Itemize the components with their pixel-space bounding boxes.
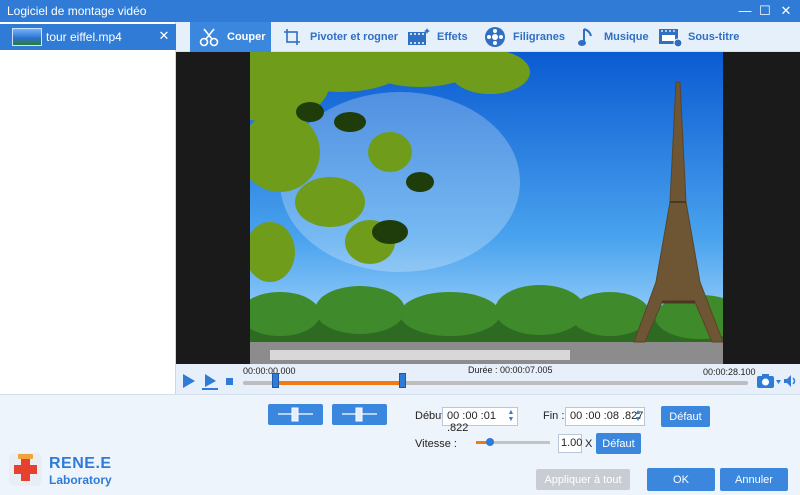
set-start-button[interactable]	[268, 404, 323, 425]
brand-subtitle: Laboratory	[49, 473, 112, 487]
minimize-button[interactable]: —	[736, 2, 754, 20]
title-bar: Logiciel de montage vidéo — ☐ ✕	[0, 0, 800, 22]
file-name: tour eiffel.mp4	[46, 30, 122, 44]
close-button[interactable]: ✕	[777, 2, 795, 20]
speed-slider-knob[interactable]	[486, 438, 494, 446]
file-item[interactable]: tour eiffel.mp4 ✕	[0, 24, 176, 50]
tab-couper[interactable]: Couper	[190, 22, 271, 52]
speed-slider[interactable]	[476, 438, 550, 446]
tab-label: Musique	[604, 31, 649, 43]
video-frame	[250, 52, 723, 364]
tab-sous-titre[interactable]: Sous-titre	[658, 22, 758, 52]
tab-filigranes[interactable]: Filigranes	[483, 22, 573, 52]
video-thumbnail	[12, 28, 42, 46]
tab-label: Filigranes	[513, 31, 565, 43]
stop-icon[interactable]	[226, 378, 233, 385]
start-time-input[interactable]: 00 :00 :01 .822 ▲ ▼	[442, 407, 518, 434]
tab-pivoter-rogner[interactable]: Pivoter et rogner	[280, 22, 400, 52]
tab-label: Sous-titre	[688, 31, 740, 43]
cut-icon	[197, 26, 221, 48]
tab-label: Pivoter et rogner	[310, 31, 399, 43]
subtitle-icon	[658, 26, 682, 48]
selection-duration: Durée : 00:00:07.005	[468, 365, 553, 375]
end-label: Fin :	[543, 410, 565, 422]
ok-button[interactable]: OK	[647, 468, 715, 491]
play-icon[interactable]	[182, 373, 196, 389]
cancel-button[interactable]: Annuler	[720, 468, 788, 491]
apply-all-button[interactable]: Appliquer à tout	[536, 469, 630, 490]
spinner-arrows-icon[interactable]: ▲ ▼	[634, 409, 642, 424]
maximize-button[interactable]: ☐	[756, 2, 774, 20]
set-end-button[interactable]	[332, 404, 387, 425]
tool-tabs: Couper Pivoter et rogner Effets Filigran…	[176, 22, 800, 52]
snapshot-icon[interactable]	[756, 372, 782, 390]
file-list: tour eiffel.mp4 ✕	[0, 22, 176, 394]
tab-label: Couper	[227, 31, 266, 43]
timeline-start-time: 00:00:00.000	[243, 366, 296, 376]
brand-logo: RENE.E Laboratory	[9, 453, 149, 489]
video-preview	[176, 52, 800, 364]
play-selection-icon[interactable]	[201, 373, 219, 390]
effects-icon	[407, 26, 431, 48]
start-handle[interactable]	[272, 373, 279, 388]
rotate-crop-icon	[280, 26, 304, 48]
tab-musique[interactable]: Musique	[574, 22, 654, 52]
end-time-value: 00 :00 :08 .827	[570, 410, 644, 422]
cut-default-button[interactable]: Défaut	[661, 406, 710, 427]
timeline-track[interactable]	[243, 381, 748, 385]
start-label: Début	[415, 410, 445, 422]
logo-cross-icon	[9, 453, 42, 486]
tab-label: Effets	[437, 31, 468, 43]
tab-effets[interactable]: Effets	[407, 22, 477, 52]
timeline-end-time: 00:00:28.100	[703, 367, 756, 377]
speed-value: 1.00	[561, 437, 583, 449]
speed-default-button[interactable]: Défaut	[596, 433, 641, 454]
selection-range	[275, 381, 403, 385]
end-handle[interactable]	[399, 373, 406, 388]
speed-unit: X	[585, 438, 593, 450]
remove-file-icon[interactable]: ✕	[157, 28, 171, 44]
speed-label: Vitesse :	[415, 438, 457, 450]
brand-name: RENE.E	[49, 455, 112, 472]
watermark-icon	[483, 26, 507, 48]
volume-icon[interactable]	[783, 374, 797, 388]
window-title: Logiciel de montage vidéo	[7, 4, 147, 18]
music-icon	[574, 26, 598, 48]
timeline: 00:00:00.000 Durée : 00:00:07.005 00:00:…	[176, 364, 800, 394]
speed-input[interactable]: 1.00	[558, 434, 582, 453]
spinner-arrows-icon[interactable]: ▲ ▼	[507, 409, 515, 424]
end-time-input[interactable]: 00 :00 :08 .827 ▲ ▼	[565, 407, 645, 426]
